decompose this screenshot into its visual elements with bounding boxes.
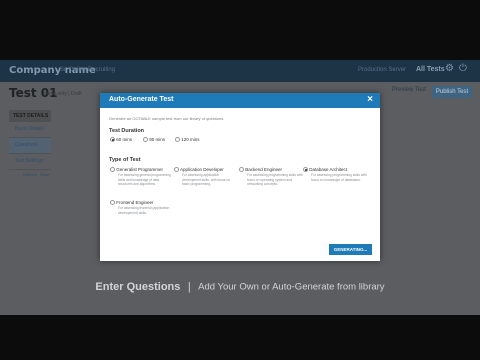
type-label: Generalist Programmer (116, 167, 164, 172)
duration-label: 60 mins (116, 137, 133, 142)
duration-label: 90 mins (149, 137, 166, 142)
close-icon[interactable]: × (367, 94, 373, 105)
type-option-frontend[interactable]: Frontend Engineer For assessing frontend… (110, 200, 174, 215)
type-option-backend[interactable]: Backend Engineer For assessing programmi… (239, 167, 303, 187)
project-label[interactable]: Production Server (358, 67, 406, 73)
all-tests-link[interactable]: All Tests (416, 66, 445, 73)
sidebar-subitems: Options Save (9, 170, 51, 180)
auto-generate-dialog: Auto-Generate Test × Generate an OOTABLE… (100, 93, 380, 261)
preview-test-button[interactable]: Preview Test (392, 87, 426, 93)
publish-test-button[interactable]: Publish Test (432, 86, 472, 98)
type-description: For assessing application development sk… (182, 173, 231, 187)
brand-subtitle: Sr. Online Recruiting (60, 67, 116, 73)
radio-icon[interactable] (174, 167, 179, 173)
generating-button[interactable]: GENERATING... (329, 244, 372, 255)
type-label: Backend Engineer (245, 167, 283, 172)
type-option-generalist[interactable]: Generalist Programmer For assessing gene… (110, 167, 174, 187)
video-caption: Enter Questions | Add Your Own or Auto-G… (0, 278, 480, 294)
top-navbar: Company name Sr. Online Recruiting Produ… (0, 60, 480, 82)
sidebar-subitem-options[interactable]: Options (23, 172, 37, 177)
duration-label: 120 mins (181, 137, 200, 142)
type-label: Application Developer (180, 167, 224, 172)
test-status: Invite-only | Draft (44, 91, 82, 97)
type-description: For assessing programming skills with fo… (247, 173, 303, 187)
caption-title: Enter Questions (95, 280, 181, 293)
dialog-header: Auto-Generate Test × (100, 93, 380, 108)
radio-icon[interactable] (110, 200, 115, 206)
radio-icon[interactable] (110, 167, 115, 173)
type-description: For assessing frontend (application deve… (118, 206, 170, 215)
gear-icon[interactable]: ⚙ (445, 63, 454, 74)
duration-option-120[interactable]: 120 mins (175, 137, 200, 143)
type-option-app-developer[interactable]: Application Developer For assessing appl… (174, 167, 238, 187)
duration-heading: Test Duration (109, 128, 145, 134)
type-label: Frontend Engineer (116, 200, 154, 205)
power-icon[interactable]: ⏻ (459, 63, 467, 74)
radio-icon[interactable] (303, 167, 308, 173)
type-option-database-architect[interactable]: Database Architect For assessing program… (303, 167, 367, 182)
sidebar-item-basic-details[interactable]: Basic Details (9, 122, 51, 138)
sidebar-subitem-save[interactable]: Save (40, 172, 49, 177)
sidebar-item-questions[interactable]: Questions (9, 138, 51, 154)
radio-icon[interactable] (175, 137, 180, 143)
type-heading: Type of Test (109, 157, 141, 163)
duration-option-90[interactable]: 90 mins (143, 137, 166, 143)
type-description: For assessing general programming skills… (118, 173, 171, 187)
video-frame: Company name Sr. Online Recruiting Produ… (0, 0, 480, 360)
caption-separator: | (187, 280, 191, 293)
type-description: For assessing programming skills with fo… (311, 173, 367, 182)
radio-icon[interactable] (239, 167, 244, 173)
type-label: Database Architect (309, 167, 348, 172)
radio-icon[interactable] (143, 137, 148, 143)
sidebar: TEST DETAILS Basic Details Questions Tes… (9, 110, 51, 180)
duration-option-60[interactable]: 60 mins (110, 137, 133, 143)
dialog-title: Auto-Generate Test (109, 96, 174, 103)
caption-subtitle: Add Your Own or Auto-Generate from libra… (198, 281, 385, 293)
radio-icon[interactable] (110, 137, 115, 143)
sidebar-header: TEST DETAILS (9, 110, 51, 122)
dialog-intro: Generate an OOTABLE sample test from our… (109, 116, 225, 121)
sidebar-item-test-settings[interactable]: Test Settings (9, 154, 51, 170)
